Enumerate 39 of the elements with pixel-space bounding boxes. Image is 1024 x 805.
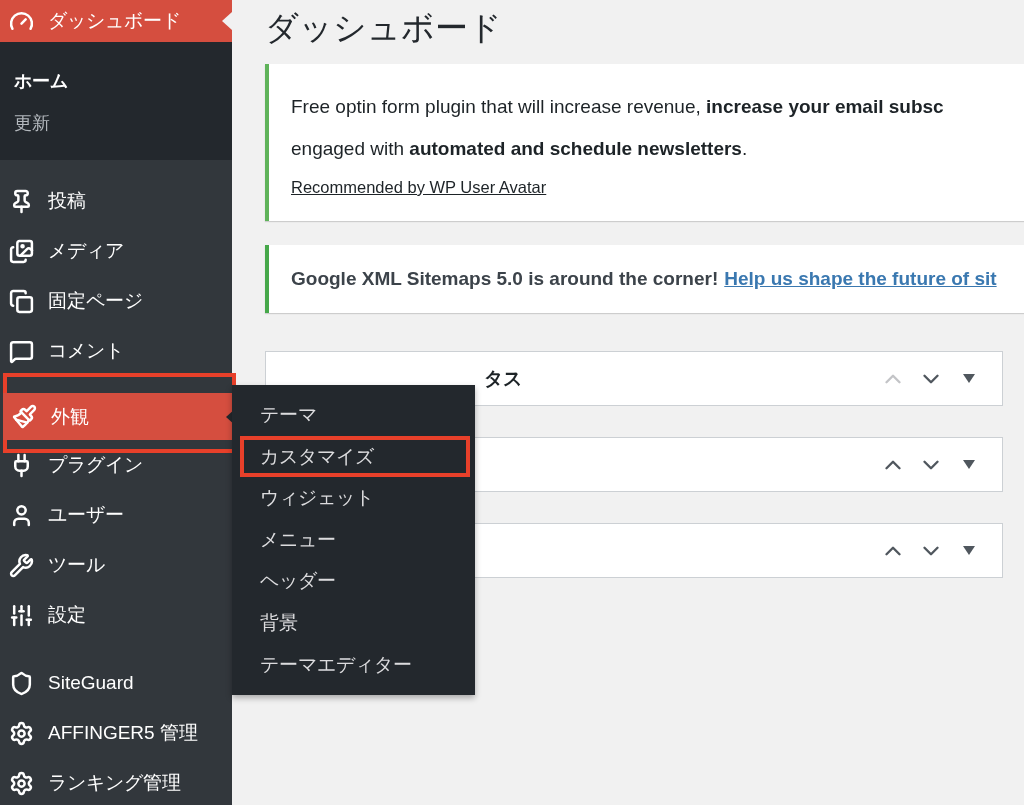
sidebar-menu-item[interactable]: メディア <box>0 226 232 276</box>
sliders-icon <box>9 602 34 628</box>
triangle-down-icon <box>963 373 975 384</box>
sidebar-menu-item[interactable]: ダッシュボード <box>0 0 232 42</box>
sidebar-menu-item[interactable]: コメント <box>0 326 232 376</box>
flyout-menu-item[interactable]: カスタマイズ <box>240 435 470 478</box>
page-title: ダッシュボード <box>265 8 503 48</box>
widget-title: タス <box>483 366 522 391</box>
flyout-menu-item[interactable]: テーマエディター <box>232 643 475 686</box>
sidebar-menu-item[interactable]: プラグイン <box>0 440 232 490</box>
paintbrush-icon <box>12 404 37 429</box>
sidebar-menu-item[interactable]: 設定 <box>0 590 232 640</box>
sidebar-menu-item[interactable]: AFFINGER5 管理 <box>0 708 232 758</box>
sidebar-menu-item[interactable]: SiteGuard <box>0 658 232 708</box>
pages-icon <box>9 288 34 314</box>
sidebar-menu-item[interactable]: 固定ページ <box>0 276 232 326</box>
triangle-down-icon <box>963 459 975 470</box>
media-icon <box>9 238 34 264</box>
speech-bubble-icon <box>9 338 34 364</box>
sidebar-menu-item[interactable]: 投稿 <box>0 176 232 226</box>
notice-link[interactable]: Recommended by WP User Avatar <box>291 178 547 197</box>
shield-icon <box>9 670 34 696</box>
submenu-item[interactable]: ホーム <box>0 60 232 102</box>
flyout-menu-item[interactable]: メニュー <box>232 518 475 561</box>
notice-text: Google XML Sitemaps 5.0 is around the corner! <box>291 268 719 289</box>
sidebar-menu-item[interactable]: ランキング管理 <box>0 758 232 805</box>
triangle-down-icon <box>963 545 975 556</box>
flyout-menu-item[interactable]: ウィジェット <box>232 477 475 519</box>
flyout-menu-item[interactable]: 背景 <box>232 601 475 644</box>
notice-link[interactable]: Help us shape the future of sit <box>724 268 997 289</box>
flyout-menu-item[interactable]: ヘッダー <box>232 560 475 602</box>
sidebar-menu-item[interactable]: ツール <box>0 540 232 590</box>
notice-text: Free optin form plugin that will increase revenue, increase your email subsc engaged with automated and schedule newsletters. <box>291 95 945 161</box>
pointer-notch-icon <box>222 12 232 30</box>
sidebar-menu-item[interactable]: ユーザー <box>0 490 232 540</box>
wrench-icon <box>9 552 34 578</box>
settings-icon <box>9 770 34 796</box>
submenu-item[interactable]: 更新 <box>0 102 232 144</box>
settings-icon <box>9 720 34 746</box>
